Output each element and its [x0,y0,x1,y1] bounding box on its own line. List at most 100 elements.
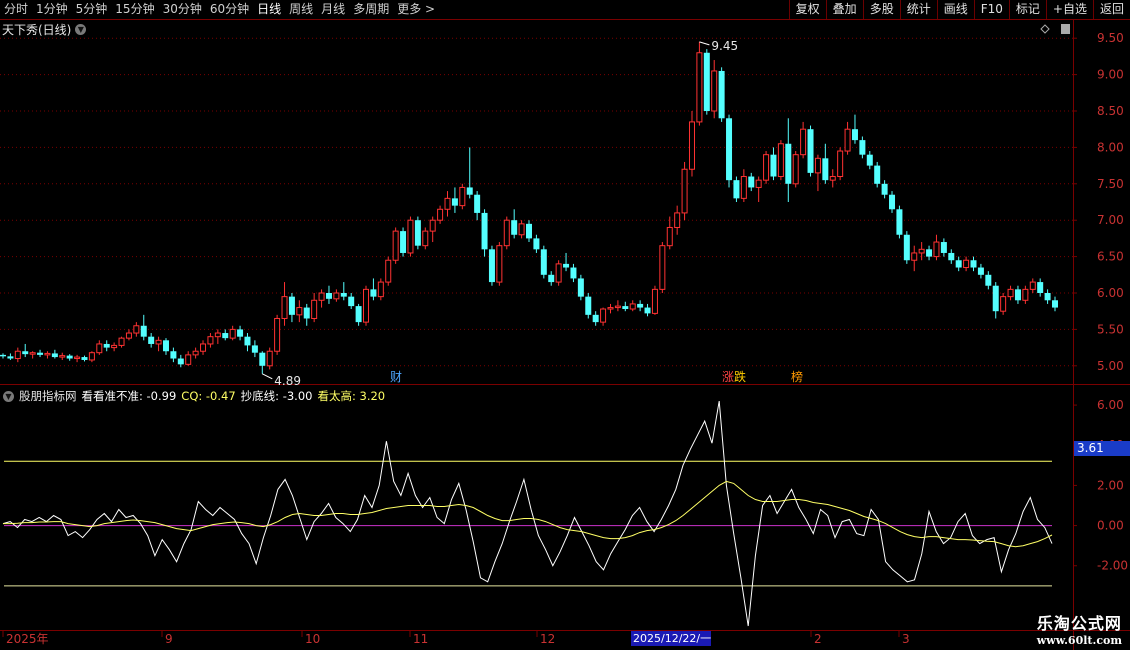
candle [548,271,555,286]
candle-body [244,336,251,346]
candle-body [763,154,770,181]
candle-body [1029,281,1036,290]
candle-body [533,238,540,250]
watermark-url: www.60lt.com [1036,634,1122,647]
candle-body [666,226,673,247]
candle-body [385,259,392,283]
chevron-down-icon[interactable]: ▼ [3,390,14,402]
candle-body [325,293,332,299]
price-tick-label: 7.50 [1097,177,1124,191]
candle-body [859,140,866,155]
candle-body [214,332,221,338]
candle [748,172,755,192]
candle-body [266,350,273,367]
candle [696,41,703,126]
candle [718,67,725,122]
candle-body [348,296,355,307]
candle-body [637,303,644,308]
date-label: 2025年 [6,632,49,646]
date-label: 2 [814,632,822,646]
candle [600,307,607,326]
date-label: 12 [540,632,555,646]
price-tick-label: 6.50 [1097,250,1124,264]
candle [985,271,992,290]
price-tick-label: 5.50 [1097,322,1124,336]
candle-body [251,345,258,353]
candle [318,289,325,308]
candle [422,227,429,250]
date-label: 10 [305,632,320,646]
candle-body [555,263,562,283]
candle [518,220,525,239]
candle-body [577,278,584,297]
price-tick-label: 7.00 [1097,213,1124,227]
candle-body [14,350,21,360]
candle-body [222,333,229,339]
watermark-title: 乐淘公式网 [1036,614,1122,633]
candle [133,322,140,337]
candle-body [459,186,466,207]
candle [407,216,414,257]
candle [207,333,214,348]
event-marker: 财 [390,370,402,384]
candle [651,285,658,315]
price-tick-label: 6.00 [1097,286,1124,300]
candle-body [800,128,807,156]
price-tick-label: 9.00 [1097,68,1124,82]
candle [800,121,807,159]
candle [592,311,599,326]
candle [540,245,547,279]
date-label: 11 [413,632,428,646]
candle [370,278,377,301]
candle [711,60,718,119]
diamond-icon [1040,24,1050,34]
indicator-header: ▼ 股朋指标网 看看准不准: -0.99 CQ: -0.47 抄底线: -3.0… [3,388,385,404]
candle-body [807,129,814,173]
candle [200,340,207,355]
candle [1014,285,1021,304]
candle [29,351,36,359]
candle [148,333,155,348]
event-marker: 榜 [791,369,803,384]
candle [970,256,977,272]
candle-body [111,344,118,349]
candle-body [651,288,658,314]
indicator-tick-label: 2.00 [1097,478,1124,492]
candle-body [540,249,547,275]
indicator-name: 股朋指标网 [19,389,77,403]
candle [688,111,695,177]
candle [585,293,592,319]
candle-body [718,70,725,119]
chevron-down-icon[interactable]: ▼ [75,24,87,35]
candle [192,347,199,359]
date-label: 9 [165,632,173,646]
candle-body [837,150,844,178]
candle [125,329,132,341]
indicator-line4-label: 看太高: 3.20 [317,389,386,403]
candle-body [955,260,962,268]
candle-body [281,296,288,319]
candle [940,238,947,257]
candle [14,347,21,363]
candle [881,180,888,199]
candle [103,340,110,352]
candle [844,121,851,155]
candle-body [970,260,977,268]
candle-body [548,274,555,283]
candle-body [903,234,910,261]
candle [474,191,481,221]
candle [533,234,540,253]
candle-body [429,219,436,232]
candle [400,227,407,257]
candle-body [785,143,792,184]
chart-canvas[interactable]: 5.00 5.50 6.00 6.50 7.00 7.50 8.00 8.50 9.00 9.50… [0,0,1130,650]
event-marker: 涨 [722,369,734,384]
candle-body [125,332,132,339]
candle [1044,289,1051,304]
candle [948,249,955,264]
candle-body [444,197,451,210]
candle [726,114,733,188]
candle-body [392,230,399,261]
candle-body [200,343,207,352]
candle-body [22,351,29,355]
